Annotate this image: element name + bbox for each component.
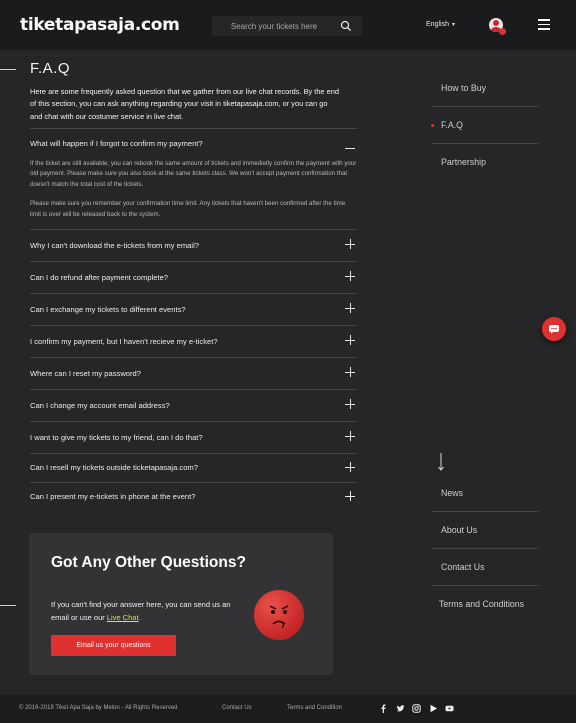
side-nav-primary: How to Buy F.A.Q Partnership <box>431 70 539 181</box>
nav-item-label: F.A.Q <box>441 120 463 130</box>
side-nav-secondary: News About Us Contact Us Terms and Condi… <box>431 475 539 623</box>
faq-question[interactable]: Where can I reset my password? <box>30 358 357 389</box>
footer-contact-link[interactable]: Contact Us <box>222 705 252 711</box>
nav-item-news[interactable]: News <box>431 475 539 512</box>
plus-icon[interactable] <box>345 431 355 442</box>
contact-title: Got Any Other Questions? <box>51 554 246 571</box>
search-input[interactable] <box>212 16 336 36</box>
faq-item[interactable]: What will happen if I forgot to confirm … <box>30 128 357 229</box>
live-chat-button[interactable] <box>542 317 566 341</box>
plus-icon[interactable] <box>345 239 355 250</box>
sad-face-icon <box>254 590 304 640</box>
language-label: English <box>426 21 449 28</box>
site-logo[interactable]: tiketapasaja.com <box>20 15 180 35</box>
notification-badge <box>499 28 506 35</box>
hamburger-menu-icon[interactable] <box>538 19 550 30</box>
plus-icon[interactable] <box>345 399 355 410</box>
nav-item-faq[interactable]: F.A.Q <box>431 107 539 144</box>
arrow-down-icon <box>438 453 444 471</box>
nav-item-about-us[interactable]: About Us <box>431 512 539 549</box>
plus-icon[interactable] <box>345 462 355 473</box>
nav-item-label: Partnership <box>441 157 486 167</box>
active-indicator <box>431 124 434 127</box>
footer-terms-link[interactable]: Terms and Condition <box>287 705 342 711</box>
contact-card: Got Any Other Questions? If you can't fi… <box>29 533 333 675</box>
nav-item-terms[interactable]: Terms and Conditions <box>431 586 539 623</box>
minus-icon[interactable] <box>345 143 355 153</box>
nav-item-contact-us[interactable]: Contact Us <box>431 549 539 586</box>
section-marker-line <box>0 69 16 70</box>
plus-icon[interactable] <box>345 335 355 346</box>
twitter-icon[interactable] <box>396 704 405 713</box>
faq-item[interactable]: Where can I reset my password? <box>30 357 357 389</box>
live-chat-link[interactable]: Live Chat <box>107 613 139 622</box>
nav-item-label: How to Buy <box>441 83 486 93</box>
faq-item[interactable]: I want to give my tickets to my friend, … <box>30 421 357 453</box>
faq-item[interactable]: Why I can't download the e-tickets from … <box>30 229 357 261</box>
search-icon[interactable] <box>340 20 352 32</box>
plus-icon[interactable] <box>345 367 355 378</box>
chat-icon <box>549 325 559 334</box>
faq-question[interactable]: Can I exchange my tickets to different e… <box>30 294 357 325</box>
faq-item[interactable]: Can I do refund after payment complete? <box>30 261 357 293</box>
nav-item-label: Terms and Conditions <box>439 599 525 609</box>
faq-item[interactable]: Can I present my e-tickets in phone at t… <box>30 482 357 511</box>
contact-text: If you can't find your answer here, you … <box>51 599 241 624</box>
faq-question[interactable]: What will happen if I forgot to confirm … <box>30 129 357 159</box>
faq-item[interactable]: Can I change my account email address? <box>30 389 357 421</box>
play-store-icon[interactable] <box>429 704 438 713</box>
nav-item-how-to-buy[interactable]: How to Buy <box>431 70 539 107</box>
faq-question[interactable]: Can I do refund after payment complete? <box>30 262 357 293</box>
nav-item-label: News <box>441 488 463 498</box>
nav-item-label: About Us <box>441 525 478 535</box>
nav-item-label: Contact Us <box>441 562 485 572</box>
faq-intro: Here are some frequently asked question … <box>30 87 339 121</box>
faq-item[interactable]: Can I exchange my tickets to different e… <box>30 293 357 325</box>
footer: © 2016-2019 Tiket Apa Saja by Melon - Al… <box>0 695 576 723</box>
language-selector[interactable]: English ▾ <box>426 21 455 28</box>
contact-text-after: . <box>138 612 141 622</box>
faq-question[interactable]: I want to give my tickets to my friend, … <box>30 422 357 453</box>
faq-item[interactable]: Can I resell my tickets outside ticketap… <box>30 453 357 482</box>
nav-item-partnership[interactable]: Partnership <box>431 144 539 181</box>
page-title: F.A.Q <box>30 60 71 77</box>
copyright: © 2016-2019 Tiket Apa Saja by Melon - Al… <box>19 705 178 711</box>
instagram-icon[interactable] <box>412 704 421 713</box>
section-marker-line <box>0 605 16 606</box>
faq-answer-paragraph: Please make sure you remember your confi… <box>30 200 346 218</box>
faq-question[interactable]: Can I present my e-tickets in phone at t… <box>30 483 357 511</box>
faq-item[interactable]: I confirm my payment, but I haven't reci… <box>30 325 357 357</box>
plus-icon[interactable] <box>345 271 355 282</box>
facebook-icon[interactable] <box>379 704 388 713</box>
faq-answer: If the ticket are still available, you c… <box>30 159 357 229</box>
faq-question[interactable]: I confirm my payment, but I haven't reci… <box>30 326 357 357</box>
plus-icon[interactable] <box>345 303 355 314</box>
plus-icon[interactable] <box>345 491 355 502</box>
search-bar[interactable] <box>212 16 362 36</box>
faq-list: What will happen if I forgot to confirm … <box>30 128 357 511</box>
faq-question[interactable]: Why I can't download the e-tickets from … <box>30 230 357 261</box>
youtube-icon[interactable] <box>445 704 454 713</box>
contact-text-before: If you can't find your answer here, you … <box>51 600 231 622</box>
email-us-button[interactable]: Email us your questions <box>51 635 176 656</box>
faq-question[interactable]: Can I resell my tickets outside ticketap… <box>30 454 357 482</box>
faq-answer-paragraph: If the ticket are still available, you c… <box>30 160 357 188</box>
faq-question[interactable]: Can I change my account email address? <box>30 390 357 421</box>
caret-down-icon: ▾ <box>451 22 455 28</box>
top-header: tiketapasaja.com English▾ <box>0 0 576 50</box>
